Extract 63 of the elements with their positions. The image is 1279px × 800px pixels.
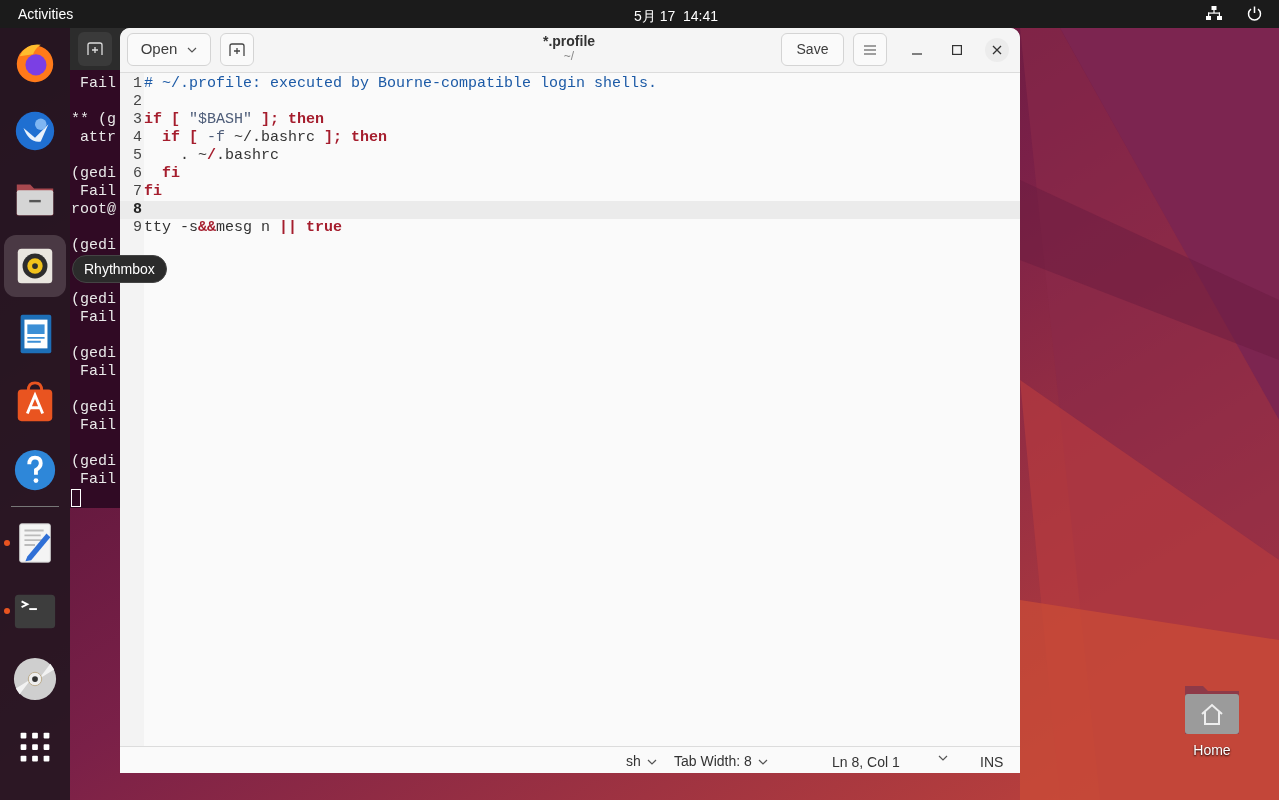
cursor-position: Ln 8, Col 1	[832, 753, 900, 772]
minimize-icon	[912, 53, 922, 55]
line-number: 7	[132, 183, 143, 201]
window-subtitle: ~/	[563, 49, 575, 64]
line-number: 3	[132, 111, 143, 129]
terminal-text: (gedi	[71, 165, 116, 182]
terminal-text: (gedi	[71, 399, 116, 416]
terminal-text: ** (g	[71, 111, 116, 128]
chevron-down-icon	[646, 758, 657, 765]
save-button[interactable]: Save	[781, 33, 844, 66]
window-title: *.profile	[542, 34, 596, 49]
line-number: 5	[132, 147, 143, 165]
terminal-text: root@	[71, 201, 116, 218]
new-tab-icon	[87, 42, 103, 56]
disc-icon	[12, 656, 58, 702]
code-line: if [ "$BASH" ]; then	[144, 111, 325, 129]
terminal-text: Fail	[79, 75, 116, 92]
terminal-text: Fail	[79, 471, 116, 488]
terminal-text: (gedi	[71, 345, 116, 362]
menu-icon	[864, 44, 876, 55]
code-line: . ~/.bashrc	[179, 147, 280, 165]
code-line: fi	[161, 165, 180, 183]
new-tab-icon	[229, 42, 245, 57]
code-line: fi	[144, 183, 162, 201]
desktop-icon[interactable]: Home	[1183, 682, 1241, 761]
tab-width-dropdown[interactable]: Tab Width: 8	[674, 751, 768, 772]
code-line: tty -s&&mesg n || true	[144, 219, 343, 237]
line-number: 4	[132, 129, 143, 147]
line-number: 9	[132, 219, 143, 237]
close-icon	[992, 45, 1002, 55]
new-tab-button[interactable]	[220, 33, 254, 66]
code-line: # ~/.profile: executed by Bourne-compatible login shells.	[144, 75, 658, 93]
line-number: 2	[132, 93, 143, 111]
chevron-down-icon	[187, 46, 198, 53]
terminal-text: Fail	[79, 417, 116, 434]
power-icon[interactable]	[1247, 6, 1262, 21]
maximize-icon	[952, 45, 962, 55]
activities-button[interactable]: Activities	[18, 3, 74, 25]
clock[interactable]: 5月 17 14:41	[634, 6, 719, 27]
new-tab-button[interactable]	[78, 32, 112, 66]
open-button[interactable]: Open	[127, 33, 211, 66]
terminal-text: Fail	[79, 363, 116, 380]
terminal-cursor	[71, 489, 81, 507]
chevron-down-icon	[757, 758, 768, 765]
terminal-text: (gedi	[71, 291, 116, 308]
line-number: 8	[132, 201, 143, 219]
line-number: 6	[132, 165, 143, 183]
line-number: 1	[132, 75, 143, 93]
chevron-down-icon	[938, 755, 948, 761]
network-icon[interactable]	[1206, 6, 1222, 21]
tooltip: Rhythmbox	[72, 255, 167, 283]
terminal-text: (gedi	[71, 237, 116, 254]
terminal-text: attr	[79, 129, 116, 146]
code-line: if [ -f ~/.bashrc ]; then	[161, 129, 388, 147]
dock-item[interactable]	[4, 235, 66, 297]
language-dropdown[interactable]: sh	[626, 751, 657, 772]
terminal-text: Fail	[79, 309, 116, 326]
insert-mode-indicator: INS	[980, 753, 1004, 772]
close-button[interactable]	[985, 38, 1009, 62]
help-icon	[12, 447, 58, 493]
terminal-text: (gedi	[71, 453, 116, 470]
terminal-text: Fail	[79, 183, 116, 200]
encoding-dropdown[interactable]	[938, 755, 948, 761]
